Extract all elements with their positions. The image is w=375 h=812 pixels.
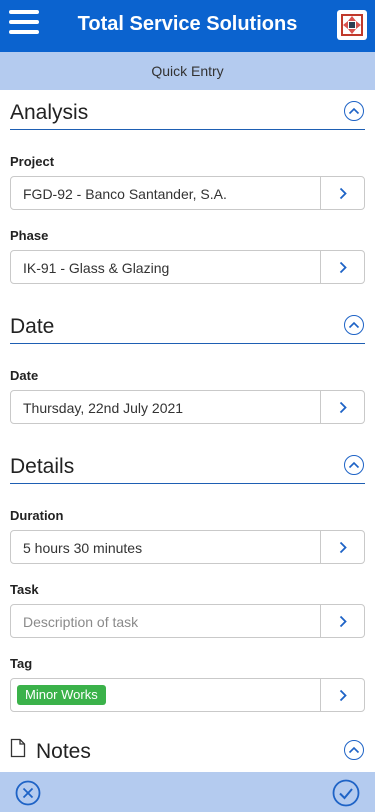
project-value: FGD-92 - Banco Santander, S.A. [23, 186, 227, 202]
chevron-right-icon [339, 541, 347, 553]
app-title: Total Service Solutions [77, 13, 298, 35]
task-placeholder: Description of task [23, 614, 139, 630]
section-analysis: Analysis [10, 98, 365, 130]
section-date: Date [10, 312, 365, 344]
task-select-button[interactable] [320, 605, 364, 637]
chevron-right-icon [339, 401, 347, 413]
section-title: Date [10, 315, 55, 338]
footer-bar [0, 772, 375, 812]
section-title: Notes [36, 740, 91, 763]
form-content: Analysis Project FGD-92 - Banco Santande… [0, 90, 375, 772]
date-value: Thursday, 22nd July 2021 [23, 400, 184, 416]
collapse-icon[interactable] [344, 455, 364, 475]
hamburger-icon[interactable] [9, 10, 39, 38]
chevron-right-icon [339, 261, 347, 273]
date-field[interactable]: Thursday, 22nd July 2021 [10, 390, 365, 424]
duration-select-button[interactable] [320, 531, 364, 563]
check-circle-icon[interactable] [332, 779, 360, 807]
phase-label: Phase [10, 228, 49, 243]
chevron-right-icon [339, 615, 347, 627]
app-root: Total Service Solutions Quick Entry Anal… [0, 0, 375, 812]
tag-select-button[interactable] [320, 679, 364, 711]
section-details: Details [10, 452, 365, 484]
collapse-icon[interactable] [344, 740, 364, 760]
quick-entry-label: Quick Entry [151, 63, 224, 79]
project-select-button[interactable] [320, 177, 364, 209]
section-notes-header: Notes [10, 736, 365, 768]
duration-label: Duration [10, 508, 64, 523]
cancel-circle-icon[interactable] [15, 780, 41, 806]
tag-badge: Minor Works [17, 685, 106, 705]
tag-label: Tag [10, 656, 33, 671]
section-date-header: Date [10, 312, 365, 344]
project-label: Project [10, 154, 55, 169]
section-analysis-header: Analysis [10, 98, 365, 130]
task-field[interactable]: Description of task [10, 604, 365, 638]
section-title: Details [10, 455, 75, 478]
collapse-icon[interactable] [344, 315, 364, 335]
app-header: Total Service Solutions [0, 0, 375, 52]
date-label: Date [10, 368, 39, 383]
tag-field[interactable]: Minor Works [10, 678, 365, 712]
date-select-button[interactable] [320, 391, 364, 423]
section-details-header: Details [10, 452, 365, 484]
task-label: Task [10, 582, 39, 597]
company-logo[interactable] [337, 10, 367, 40]
project-field[interactable]: FGD-92 - Banco Santander, S.A. [10, 176, 365, 210]
phase-value: IK-91 - Glass & Glazing [23, 260, 170, 276]
duration-value: 5 hours 30 minutes [23, 540, 143, 556]
quick-entry-bar: Quick Entry [0, 52, 375, 90]
section-title: Analysis [10, 101, 89, 124]
duration-field[interactable]: 5 hours 30 minutes [10, 530, 365, 564]
phase-select-button[interactable] [320, 251, 364, 283]
chevron-right-icon [339, 689, 347, 701]
chevron-right-icon [339, 187, 347, 199]
phase-field[interactable]: IK-91 - Glass & Glazing [10, 250, 365, 284]
collapse-icon[interactable] [344, 101, 364, 121]
section-notes: Notes [10, 736, 365, 768]
document-icon [10, 738, 26, 763]
